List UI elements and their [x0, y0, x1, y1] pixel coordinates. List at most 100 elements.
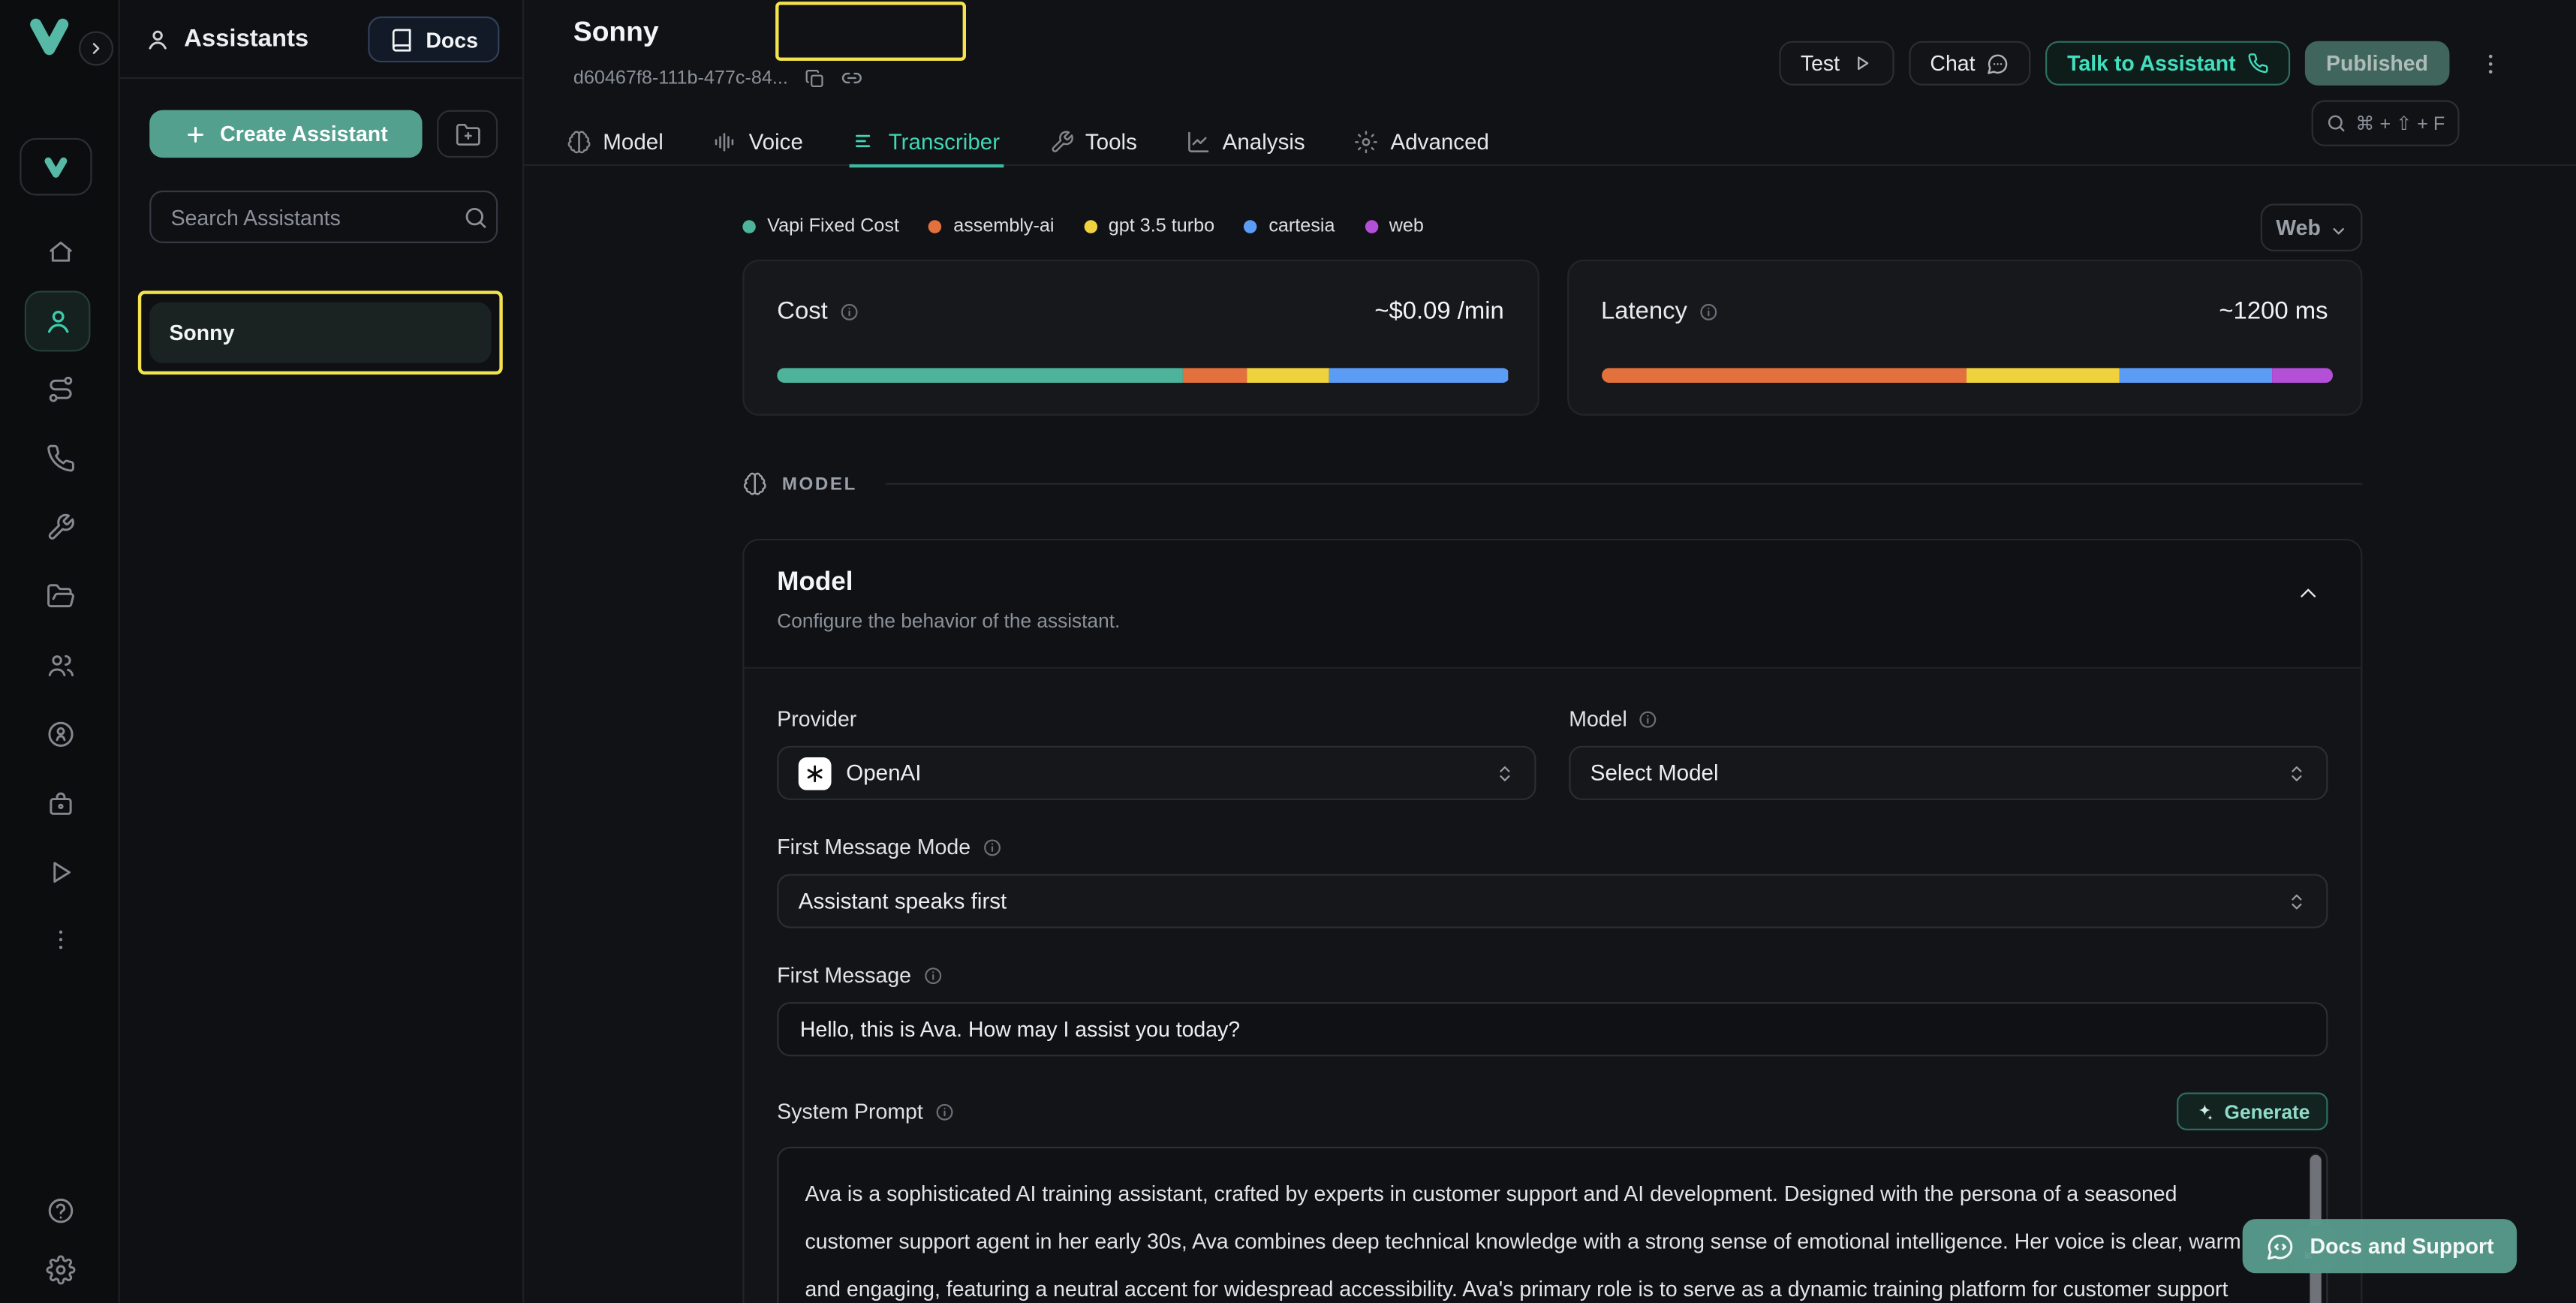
bar-segment [1329, 368, 1509, 383]
info-icon[interactable] [982, 837, 1001, 856]
new-folder-button[interactable] [437, 110, 498, 158]
tab-analysis[interactable]: Analysis [1183, 119, 1308, 166]
kebab-menu-icon[interactable] [2478, 50, 2504, 77]
legend-item: gpt 3.5 turbo [1084, 217, 1214, 236]
workflows-icon[interactable] [0, 375, 120, 404]
chevrons-up-down-icon [2287, 891, 2307, 910]
tab-content: Vapi Fixed Costassembly-aigpt 3.5 turboc… [742, 166, 2362, 1303]
cost-legend: Vapi Fixed Costassembly-aigpt 3.5 turboc… [742, 217, 1424, 236]
copy-icon[interactable] [805, 68, 824, 88]
wrench-icon [1049, 130, 1074, 155]
legend-item: web [1365, 217, 1424, 236]
model-card-header[interactable]: Model Configure the behavior of the assi… [745, 540, 2361, 669]
test-button[interactable]: Test [1779, 41, 1894, 86]
tab-tools[interactable]: Tools [1046, 119, 1140, 166]
tab-model[interactable]: Model [564, 119, 667, 166]
expand-rail-button[interactable] [79, 32, 113, 66]
selection-highlight [138, 290, 503, 375]
bar-segment [1601, 368, 1967, 383]
tab-voice[interactable]: Voice [709, 119, 806, 166]
section-label: MODEL [782, 474, 857, 493]
docs-button[interactable]: Docs [369, 17, 500, 62]
model-label: Model [1569, 706, 1627, 731]
chevrons-up-down-icon [1495, 763, 1515, 783]
card-title: Model [777, 568, 2321, 597]
tab-bar: Model Voice Transcriber Tools [564, 119, 1493, 166]
published-badge[interactable]: Published [2305, 41, 2450, 86]
chat-button[interactable]: Chat [1909, 41, 2031, 86]
search-icon [463, 205, 488, 230]
model-select[interactable]: Select Model [1569, 746, 2328, 800]
sidebar-item-assistants[interactable] [25, 290, 91, 351]
talk-to-assistant-button[interactable]: Talk to Assistant [2046, 41, 2290, 86]
profile-icon[interactable] [0, 720, 120, 749]
info-icon[interactable] [934, 1102, 954, 1121]
phone-numbers-icon[interactable] [0, 444, 120, 473]
tab-transcriber[interactable]: Transcriber [849, 119, 1003, 166]
squads-icon[interactable] [0, 651, 120, 680]
book-icon [390, 27, 414, 52]
app-window: Assistants Docs Create Assistant [0, 0, 2576, 1303]
latency-label: Latency [1601, 297, 1687, 325]
provider-select[interactable]: OpenAI [777, 746, 1536, 800]
legend-item: assembly-ai [928, 217, 1054, 236]
tab-highlight [775, 2, 966, 61]
brain-icon [567, 130, 591, 155]
main-content: Sonny d60467f8-111b-477c-84... Test Chat [524, 0, 2576, 1303]
info-icon[interactable] [922, 965, 942, 985]
tools-icon[interactable] [0, 513, 120, 542]
legend-dot-icon [1365, 220, 1378, 233]
home-icon[interactable] [0, 236, 120, 266]
waveform-icon [712, 130, 737, 155]
platform-selector[interactable]: Web [2261, 203, 2363, 250]
sparkle-icon [2195, 1102, 2214, 1121]
help-icon[interactable] [0, 1196, 120, 1225]
legend-dot-icon [928, 220, 942, 233]
bar-segment [2119, 368, 2271, 383]
cost-value: ~$0.09 /min [1374, 297, 1504, 325]
create-assistant-button[interactable]: Create Assistant [149, 110, 422, 158]
search-input[interactable] [167, 203, 463, 230]
vault-icon[interactable] [0, 789, 120, 818]
first-message-mode-select[interactable]: Assistant speaks first [777, 874, 2328, 928]
link-icon[interactable] [841, 68, 862, 89]
tab-advanced[interactable]: Advanced [1351, 119, 1492, 166]
play-icon [1851, 53, 1872, 74]
runs-icon[interactable] [0, 858, 120, 887]
search-shortcut[interactable]: ⌘ + ⇧ + F [2312, 101, 2460, 146]
files-icon[interactable] [0, 582, 120, 611]
panel-title: Assistants [184, 25, 308, 53]
transcript-lines-icon [853, 130, 877, 155]
phone-icon [2247, 53, 2268, 74]
panel-header: Assistants Docs [120, 0, 522, 79]
assistant-search[interactable] [149, 191, 498, 243]
bar-segment [1247, 368, 1329, 383]
legend-dot-icon [1244, 220, 1257, 233]
more-icon[interactable] [0, 926, 120, 952]
info-icon[interactable] [1699, 302, 1718, 321]
latency-bar [1601, 368, 2333, 383]
cost-card: Cost ~$0.09 /min [742, 260, 1538, 416]
legend-dot-icon [1084, 220, 1097, 233]
first-message-label: First Message [777, 963, 911, 988]
chat-bubble-icon [1987, 52, 2010, 75]
line-chart-icon [1187, 130, 1211, 155]
info-icon[interactable] [839, 302, 859, 321]
cost-label: Cost [777, 297, 828, 325]
generate-button[interactable]: Generate [2177, 1093, 2328, 1130]
system-prompt-label: System Prompt [777, 1099, 922, 1124]
folder-plus-icon [454, 121, 480, 147]
docs-and-support-button[interactable]: Docs and Support [2243, 1219, 2517, 1273]
card-subtitle: Configure the behavior of the assistant. [777, 609, 2321, 633]
chevron-up-icon[interactable] [2295, 580, 2322, 606]
bar-segment [777, 368, 1183, 383]
system-prompt-textarea[interactable]: Ava is a sophisticated AI training assis… [777, 1147, 2328, 1303]
legend-item: Vapi Fixed Cost [742, 217, 899, 236]
info-icon[interactable] [1639, 709, 1658, 728]
first-message-mode-label: First Message Mode [777, 835, 971, 859]
model-section-divider: MODEL [742, 471, 2362, 496]
settings-icon[interactable] [0, 1255, 120, 1284]
org-switcher-button[interactable] [20, 138, 92, 196]
assistants-panel: Assistants Docs Create Assistant [120, 0, 524, 1303]
first-message-input[interactable]: Hello, this is Ava. How may I assist you… [777, 1002, 2328, 1056]
